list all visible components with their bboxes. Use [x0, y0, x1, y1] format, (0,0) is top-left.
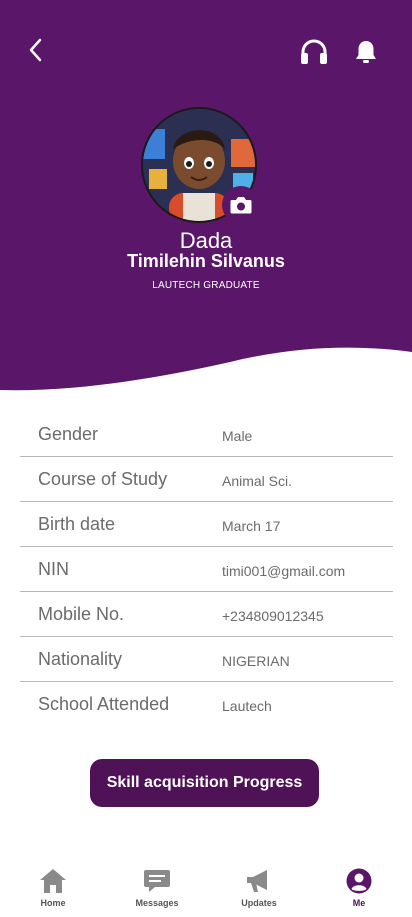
- nav-label: Home: [40, 898, 66, 908]
- chevron-left-icon: [29, 38, 42, 62]
- detail-label: School Attended: [38, 694, 170, 714]
- detail-label: NIN: [38, 559, 69, 579]
- support-button[interactable]: [296, 36, 332, 68]
- nav-item-home[interactable]: Home: [18, 868, 88, 908]
- detail-value: March 17: [222, 518, 281, 534]
- bell-icon: [356, 41, 376, 63]
- nav-label: Messages: [135, 898, 179, 908]
- detail-row-mobile: Mobile No. +234809012345: [20, 592, 393, 637]
- detail-value: NIGERIAN: [222, 653, 290, 669]
- detail-label: Gender: [38, 424, 99, 444]
- profile-icon: [346, 868, 372, 894]
- detail-label: Nationality: [38, 649, 123, 669]
- detail-label: Birth date: [38, 514, 116, 534]
- detail-label: Mobile No.: [38, 604, 125, 624]
- profile-subtitle: LAUTECH GRADUATE: [152, 280, 260, 291]
- detail-label: Course of Study: [38, 469, 168, 489]
- profile-details: Gender Male Course of Study Animal Sci. …: [20, 412, 393, 730]
- megaphone-icon: [247, 870, 267, 892]
- message-icon: [144, 870, 170, 892]
- detail-value: timi001@gmail.com: [222, 563, 346, 579]
- nav-label: Updates: [241, 898, 277, 908]
- nav-item-updates[interactable]: Updates: [224, 868, 294, 908]
- skill-progress-button[interactable]: Skill acquisition Progress: [90, 759, 319, 807]
- back-button[interactable]: [22, 34, 50, 66]
- camera-icon: [230, 197, 252, 214]
- detail-value: Lautech: [222, 698, 272, 714]
- bottom-nav: Home Messages Updates Me: [0, 860, 412, 917]
- detail-value: +234809012345: [222, 608, 324, 624]
- change-photo-button[interactable]: [222, 186, 260, 224]
- detail-row-birth-date: Birth date March 17: [20, 502, 393, 547]
- detail-row-gender: Gender Male: [20, 412, 393, 457]
- detail-row-nationality: Nationality NIGERIAN: [20, 637, 393, 682]
- detail-value: Animal Sci.: [222, 473, 293, 489]
- detail-row-nin: NIN timi001@gmail.com: [20, 547, 393, 592]
- full-name: Timilehin Silvanus: [127, 251, 285, 271]
- profile-header: Dada Timilehin Silvanus LAUTECH GRADUATE: [0, 0, 412, 400]
- nav-item-me[interactable]: Me: [324, 868, 394, 908]
- detail-row-school: School Attended Lautech: [20, 682, 393, 730]
- detail-value: Male: [222, 428, 253, 444]
- headphones-icon: [301, 39, 327, 64]
- detail-row-course: Course of Study Animal Sci.: [20, 457, 393, 502]
- home-icon: [40, 869, 66, 893]
- notifications-button[interactable]: [350, 36, 382, 68]
- nav-label: Me: [352, 898, 366, 908]
- nav-item-messages[interactable]: Messages: [122, 868, 192, 908]
